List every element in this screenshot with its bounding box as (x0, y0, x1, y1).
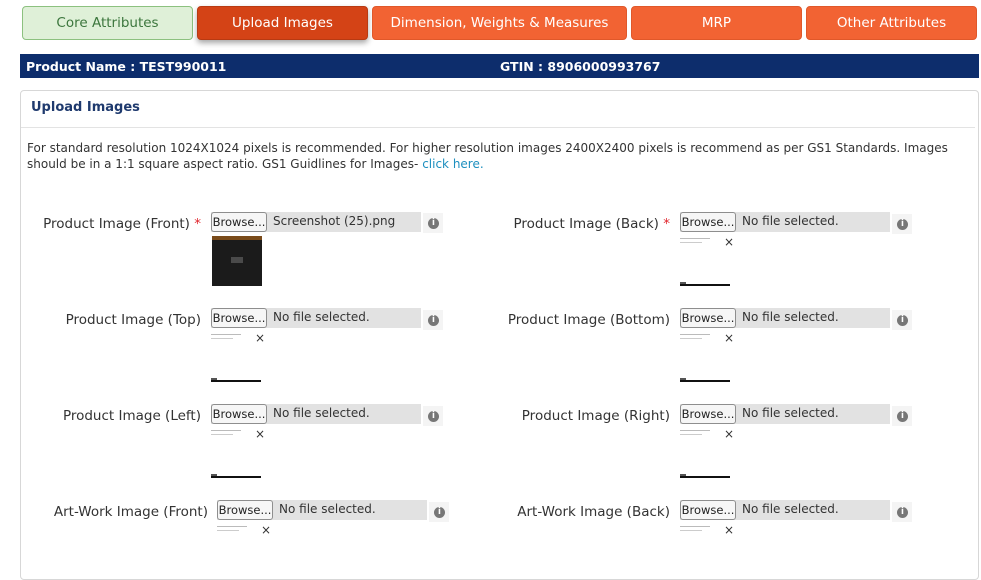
label-artwork-image-front: Art-Work Image (Front) (53, 504, 208, 520)
browse-button[interactable]: Browse... (211, 308, 267, 328)
info-icon[interactable]: i (892, 310, 912, 330)
tab-core-attributes[interactable]: Core Attributes (22, 6, 193, 40)
file-name: No file selected. (273, 406, 370, 420)
image-placeholder: × (680, 236, 736, 288)
resolution-note: For standard resolution 1024X1024 pixels… (27, 140, 972, 172)
label-product-image-back: Product Image (Back) * (513, 216, 670, 232)
file-input-product-image-front[interactable]: Browse... Screenshot (25).png (211, 212, 421, 232)
file-name: No file selected. (279, 502, 376, 516)
image-placeholder: × (211, 428, 267, 480)
file-name: No file selected. (742, 502, 839, 516)
label-product-image-right: Product Image (Right) (521, 408, 670, 424)
remove-icon[interactable]: × (724, 236, 734, 248)
info-icon[interactable]: i (429, 502, 449, 522)
browse-button[interactable]: Browse... (211, 404, 267, 424)
label-product-image-front: Product Image (Front) * (43, 216, 201, 232)
remove-icon[interactable]: × (724, 428, 734, 440)
tab-other-attributes[interactable]: Other Attributes (806, 6, 977, 40)
tab-mrp[interactable]: MRP (631, 6, 802, 40)
file-input-artwork-image-front[interactable]: Browse... No file selected. (217, 500, 427, 520)
image-placeholder: × (680, 332, 736, 384)
file-input-product-image-left[interactable]: Browse... No file selected. (211, 404, 421, 424)
tab-upload-images[interactable]: Upload Images (197, 6, 368, 40)
remove-icon[interactable]: × (261, 524, 271, 536)
info-icon[interactable]: i (892, 214, 912, 234)
file-input-product-image-right[interactable]: Browse... No file selected. (680, 404, 890, 424)
file-input-product-image-back[interactable]: Browse... No file selected. (680, 212, 890, 232)
panel-title: Upload Images (31, 100, 140, 115)
file-input-product-image-bottom[interactable]: Browse... No file selected. (680, 308, 890, 328)
browse-button[interactable]: Browse... (211, 212, 267, 232)
browse-button[interactable]: Browse... (680, 308, 736, 328)
tab-dimension-weights-measures[interactable]: Dimension, Weights & Measures (372, 6, 627, 40)
info-icon[interactable]: i (892, 406, 912, 426)
label-artwork-image-back: Art-Work Image (Back) (517, 504, 670, 520)
info-icon[interactable]: i (423, 406, 443, 426)
note-text: For standard resolution 1024X1024 pixels… (27, 141, 948, 171)
image-placeholder: × (680, 428, 736, 480)
label-product-image-top: Product Image (Top) (65, 312, 201, 328)
guidelines-link[interactable]: click here. (422, 157, 483, 171)
info-icon[interactable]: i (423, 310, 443, 330)
label-product-image-left: Product Image (Left) (62, 408, 201, 424)
browse-button[interactable]: Browse... (680, 500, 736, 520)
image-thumbnail (212, 236, 262, 286)
info-icon[interactable]: i (423, 213, 443, 233)
label-product-image-bottom: Product Image (Bottom) (507, 312, 670, 328)
file-input-product-image-top[interactable]: Browse... No file selected. (211, 308, 421, 328)
remove-icon[interactable]: × (724, 524, 734, 536)
remove-icon[interactable]: × (255, 332, 265, 344)
file-name: Screenshot (25).png (273, 214, 396, 228)
file-name: No file selected. (742, 214, 839, 228)
browse-button[interactable]: Browse... (217, 500, 273, 520)
file-name: No file selected. (742, 310, 839, 324)
file-input-artwork-image-back[interactable]: Browse... No file selected. (680, 500, 890, 520)
info-icon[interactable]: i (892, 502, 912, 522)
file-name: No file selected. (742, 406, 839, 420)
remove-icon[interactable]: × (724, 332, 734, 344)
product-name: Product Name : TEST990011 (26, 59, 227, 74)
image-placeholder: × (211, 332, 267, 384)
image-placeholder: × (217, 524, 273, 544)
browse-button[interactable]: Browse... (680, 404, 736, 424)
remove-icon[interactable]: × (255, 428, 265, 440)
file-name: No file selected. (273, 310, 370, 324)
divider (21, 127, 975, 128)
browse-button[interactable]: Browse... (680, 212, 736, 232)
image-placeholder: × (680, 524, 736, 544)
gtin: GTIN : 8906000993767 (500, 59, 661, 74)
product-info-bar: Product Name : TEST990011 GTIN : 8906000… (20, 54, 979, 78)
